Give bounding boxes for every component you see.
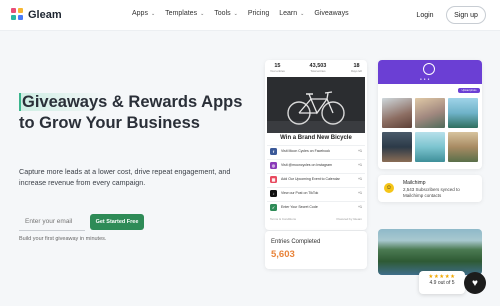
gallery-photo[interactable] — [382, 98, 412, 128]
facebook-icon: f — [270, 147, 277, 155]
mailchimp-icon: ☺ — [384, 183, 394, 193]
tiktok-icon: ♪ — [270, 189, 277, 197]
hero-subtitle: Capture more leads at a lower cost, driv… — [19, 167, 231, 187]
main-nav: Apps ⌄ Templates ⌄ Tools ⌄ Pricing Learn ⌄ G… — [132, 10, 349, 17]
task-secret-code[interactable]: ✓ Enter Your Secret Code +1 — [267, 201, 365, 212]
mailchimp-title: Mailchimp — [403, 180, 426, 186]
rating-text: 4.9 out of 5 — [429, 280, 455, 286]
gallery-photo[interactable] — [415, 98, 445, 128]
login-button[interactable]: Login — [408, 6, 442, 24]
hero-title: Giveaways & Rewards Apps to Grow Your Bu… — [19, 92, 259, 134]
mailchimp-card: ☺ Mailchimp 2,543 Subscribers synced to … — [378, 175, 482, 202]
chevron-down-icon: ⌄ — [300, 10, 305, 17]
giveaway-stats: 15 Your entries 43,503 Total entries 18 Day… — [265, 60, 367, 76]
gallery-photo[interactable] — [382, 132, 412, 162]
brand-name: Gleam — [28, 8, 62, 21]
chevron-down-icon: ⌄ — [150, 10, 156, 17]
gallery-header: ●●● — [378, 60, 482, 84]
dots-icon: ●●● — [420, 77, 432, 81]
bicycle-image — [267, 77, 365, 133]
nav-item-templates[interactable]: Templates ⌄ — [165, 10, 204, 17]
upload-photo-button[interactable]: Upload photo — [458, 88, 480, 93]
coastline-image — [378, 229, 482, 275]
chevron-down-icon: ⌄ — [233, 10, 238, 17]
entries-completed-card: Entries Completed 5,603 — [265, 231, 367, 269]
gallery-photo[interactable] — [415, 132, 445, 162]
logo[interactable]: Gleam — [11, 8, 62, 21]
entries-label: Entries Completed — [271, 239, 321, 245]
calendar-icon: ▦ — [270, 175, 277, 183]
heart-icon[interactable]: ♥ — [464, 272, 486, 294]
nav-item-giveaways[interactable]: Giveaways — [314, 10, 348, 17]
signup-button[interactable]: Sign up — [446, 6, 486, 24]
rating-badge[interactable]: ★★★★★ 4.9 out of 5 — [419, 271, 465, 294]
task-calendar[interactable]: ▦ Add Our Upcoming Event to Calendar +1 — [267, 173, 365, 184]
gallery-photo[interactable] — [448, 132, 478, 162]
photo-gallery-card: ●●● Upload photo — [378, 60, 482, 169]
site-header: Gleam Apps ⌄ Templates ⌄ Tools ⌄ Pricing Le… — [0, 0, 500, 31]
giveaway-footer: Terms & Conditions Powered by Gleam — [270, 217, 362, 221]
nav-item-tools[interactable]: Tools ⌄ — [214, 10, 238, 17]
instagram-icon: ◎ — [270, 161, 277, 169]
stat-your-entries: 15 Your entries — [270, 63, 285, 73]
giveaway-title: Win a Brand New Bicycle — [280, 135, 352, 141]
gallery-photo[interactable] — [448, 98, 478, 128]
mailchimp-subtitle: 2,543 Subscribers synced to Mailchimp co… — [403, 187, 460, 198]
stat-days-left: 18 Days left — [351, 63, 362, 73]
stat-total-entries: 43,503 Total entries — [309, 63, 327, 73]
chevron-down-icon: ⌄ — [200, 10, 205, 17]
entries-value: 5,603 — [271, 249, 295, 260]
nav-item-learn[interactable]: Learn ⌄ — [279, 10, 304, 17]
giveaway-widget: 15 Your entries 43,503 Total entries 18 Day… — [265, 60, 367, 230]
hero-title-highlight: Giveaways — [19, 93, 108, 111]
task-tiktok[interactable]: ♪ View our Post on TikTok +1 — [267, 187, 365, 198]
get-started-button[interactable]: Get Started Free — [90, 214, 144, 230]
camera-icon — [423, 63, 435, 75]
nav-item-apps[interactable]: Apps ⌄ — [132, 10, 155, 17]
email-input-underline — [19, 230, 85, 231]
key-icon: ✓ — [270, 203, 277, 211]
powered-by[interactable]: Powered by Gleam — [336, 217, 362, 221]
task-instagram[interactable]: ◎ Visit @mooncycles on Instagram +1 — [267, 159, 365, 170]
task-facebook[interactable]: f Visit Moon Cycles on Facebook +1 — [267, 145, 365, 156]
gleam-logo-icon — [11, 8, 24, 21]
nav-item-pricing[interactable]: Pricing — [248, 10, 269, 17]
email-input[interactable] — [19, 213, 85, 230]
terms-link[interactable]: Terms & Conditions — [270, 217, 296, 221]
hero-hint: Build your first giveaway in minutes. — [19, 236, 107, 242]
